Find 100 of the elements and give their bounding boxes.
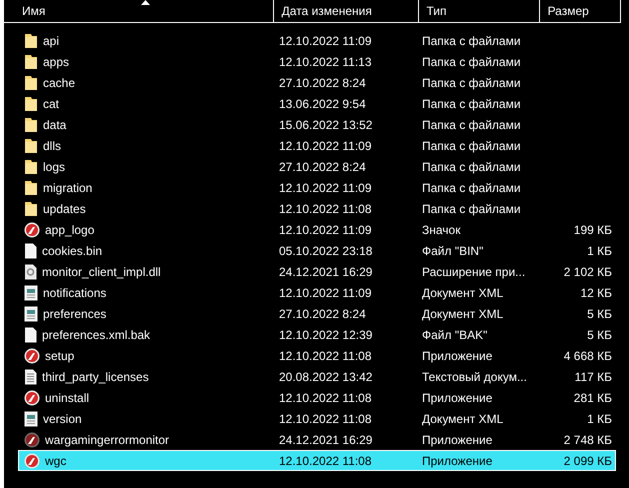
- file-row[interactable]: uninstall 12.10.2022 11:08 Приложение 281 КБ: [18, 387, 616, 408]
- column-header[interactable]: Дата изменения: [276, 0, 418, 22]
- file-icon: [24, 242, 37, 258]
- file-row[interactable]: version 12.10.2022 11:08 Документ XML 1 КБ: [18, 408, 616, 429]
- file-name: wargamingerrormonitor: [45, 432, 170, 448]
- file-type: Значок: [422, 222, 462, 238]
- file-type: Приложение: [422, 390, 494, 406]
- folder-icon: [24, 96, 38, 112]
- file-name: cat: [43, 96, 60, 112]
- file-row[interactable]: migration 12.10.2022 11:09 Папка с файлами: [18, 177, 616, 198]
- file-row[interactable]: preferences.xml.bak 12.10.2022 12:39 Файл "BAK" 5 КБ: [18, 324, 616, 345]
- modified-date: 12.10.2022 11:08: [279, 348, 373, 364]
- file-name: logs: [43, 158, 66, 176]
- folder-icon: [24, 32, 38, 48]
- modified-date: 27.10.2022 8:24: [279, 306, 367, 322]
- file-name: preferences.xml.bak: [42, 326, 150, 344]
- column-header[interactable]: Размер: [542, 0, 621, 22]
- file-name: dlls: [43, 138, 62, 154]
- file-size: 1 КБ: [586, 242, 612, 260]
- file-row[interactable]: notifications 12.10.2022 11:09 Документ XML 12 КБ: [18, 282, 616, 303]
- file-type: Файл "BIN": [422, 242, 484, 260]
- file-name: migration: [43, 180, 92, 196]
- folder-icon: [24, 200, 38, 216]
- file-type: Текстовый докум...: [422, 368, 528, 386]
- file-name: apps: [43, 54, 70, 70]
- modified-date: 05.10.2022 23:18: [279, 242, 374, 260]
- folder-icon: [24, 54, 38, 70]
- file-type: Приложение: [422, 452, 494, 470]
- column-header[interactable]: Тип: [420, 0, 540, 22]
- file-size: 2 748 КБ: [562, 432, 612, 448]
- modified-date: 12.10.2022 11:08: [279, 390, 373, 406]
- xml-document-icon: [24, 284, 38, 300]
- file-type: Расширение при...: [422, 264, 526, 280]
- modified-date: 24.12.2021 16:29: [279, 432, 374, 448]
- app-logo-icon: [24, 432, 40, 448]
- file-row[interactable]: cookies.bin 05.10.2022 23:18 Файл "BIN" 1 КБ: [18, 240, 616, 261]
- file-row[interactable]: setup 12.10.2022 11:08 Приложение 4 668 КБ: [18, 345, 616, 366]
- modified-date: 12.10.2022 11:08: [279, 410, 373, 428]
- column-header[interactable]: Имя: [4, 0, 274, 22]
- file-size: 117 КБ: [574, 368, 612, 386]
- modified-date: 12.10.2022 11:08: [279, 200, 373, 218]
- file-name: wgc: [45, 452, 66, 470]
- folder-icon: [24, 116, 38, 132]
- file-type: Документ XML: [422, 284, 504, 302]
- file-row[interactable]: dlls 12.10.2022 11:09 Папка с файлами: [18, 135, 616, 156]
- modified-date: 12.10.2022 11:09: [279, 284, 373, 302]
- modified-date: 15.06.2022 13:52: [279, 116, 374, 134]
- modified-date: 12.10.2022 11:09: [279, 180, 373, 196]
- file-type: Папка с файлами: [422, 138, 522, 154]
- folder-icon: [24, 138, 38, 154]
- file-name: preferences: [43, 306, 106, 322]
- file-row[interactable]: app_logo 12.10.2022 11:09 Значок 199 КБ: [18, 219, 616, 240]
- file-type: Папка с файлами: [422, 74, 522, 92]
- file-type: Папка с файлами: [422, 32, 522, 50]
- modified-date: 13.06.2022 9:54: [279, 96, 367, 112]
- file-size: 2 099 КБ: [562, 452, 612, 470]
- file-name: notifications: [43, 284, 106, 302]
- file-row[interactable]: cache 27.10.2022 8:24 Папка с файлами: [18, 72, 616, 93]
- file-type: Документ XML: [422, 410, 504, 428]
- file-row[interactable]: updates 12.10.2022 11:08 Папка с файлами: [18, 198, 616, 219]
- file-size: 199 КБ: [572, 222, 612, 238]
- file-row[interactable]: cat 13.06.2022 9:54 Папка с файлами: [18, 93, 616, 114]
- file-row[interactable]: preferences 27.10.2022 8:24 Документ XML 5 КБ: [18, 303, 616, 324]
- modified-date: 20.08.2022 13:42: [279, 368, 374, 386]
- file-name: cache: [43, 74, 76, 92]
- file-type: Папка с файлами: [422, 96, 522, 112]
- folder-icon: [24, 158, 38, 174]
- file-row[interactable]: api 12.10.2022 11:09 Папка с файлами: [18, 30, 616, 51]
- modified-date: 12.10.2022 11:09: [279, 138, 373, 154]
- file-icon: [24, 326, 37, 342]
- file-size: 5 КБ: [586, 306, 612, 322]
- file-name: app_logo: [45, 222, 94, 238]
- file-size: 281 КБ: [572, 390, 612, 406]
- modified-date: 27.10.2022 8:24: [279, 158, 367, 176]
- file-size: 5 КБ: [586, 326, 612, 344]
- file-name: third_party_licenses: [42, 368, 149, 386]
- file-type: Папка с файлами: [422, 54, 522, 70]
- file-row[interactable]: logs 27.10.2022 8:24 Папка с файлами: [18, 156, 616, 177]
- file-type: Папка с файлами: [422, 180, 522, 196]
- app-logo-icon: [24, 222, 40, 238]
- file-row[interactable]: apps 12.10.2022 11:13 Папка с файлами: [18, 51, 616, 72]
- gear-file-icon: [24, 264, 37, 280]
- modified-date: 12.10.2022 11:13: [279, 54, 373, 70]
- file-type: Папка с файлами: [422, 158, 522, 176]
- file-name: setup: [45, 348, 74, 364]
- file-size: 2 102 КБ: [562, 264, 612, 280]
- file-name: cookies.bin: [42, 242, 102, 260]
- file-type: Приложение: [422, 348, 494, 364]
- file-row[interactable]: wargamingerrormonitor 24.12.2021 16:29 Приложение 2 748 КБ: [18, 429, 616, 450]
- file-size: 4 668 КБ: [562, 348, 612, 364]
- file-size: 12 КБ: [579, 284, 612, 302]
- file-row[interactable]: third_party_licenses 20.08.2022 13:42 Текстовый докум... 117 КБ: [18, 366, 616, 387]
- app-logo-icon: [24, 452, 40, 468]
- file-row[interactable]: monitor_client_impl.dll 24.12.2021 16:29 Расширение при... 2 102 КБ: [18, 261, 616, 282]
- file-name: monitor_client_impl.dll: [42, 264, 161, 280]
- file-row[interactable]: data 15.06.2022 13:52 Папка с файлами: [18, 114, 616, 135]
- app-logo-icon: [24, 348, 40, 364]
- file-row[interactable]: wgc 12.10.2022 11:08 Приложение 2 099 КБ: [18, 450, 616, 471]
- file-type: Папка с файлами: [422, 116, 522, 134]
- file-type: Папка с файлами: [422, 200, 522, 218]
